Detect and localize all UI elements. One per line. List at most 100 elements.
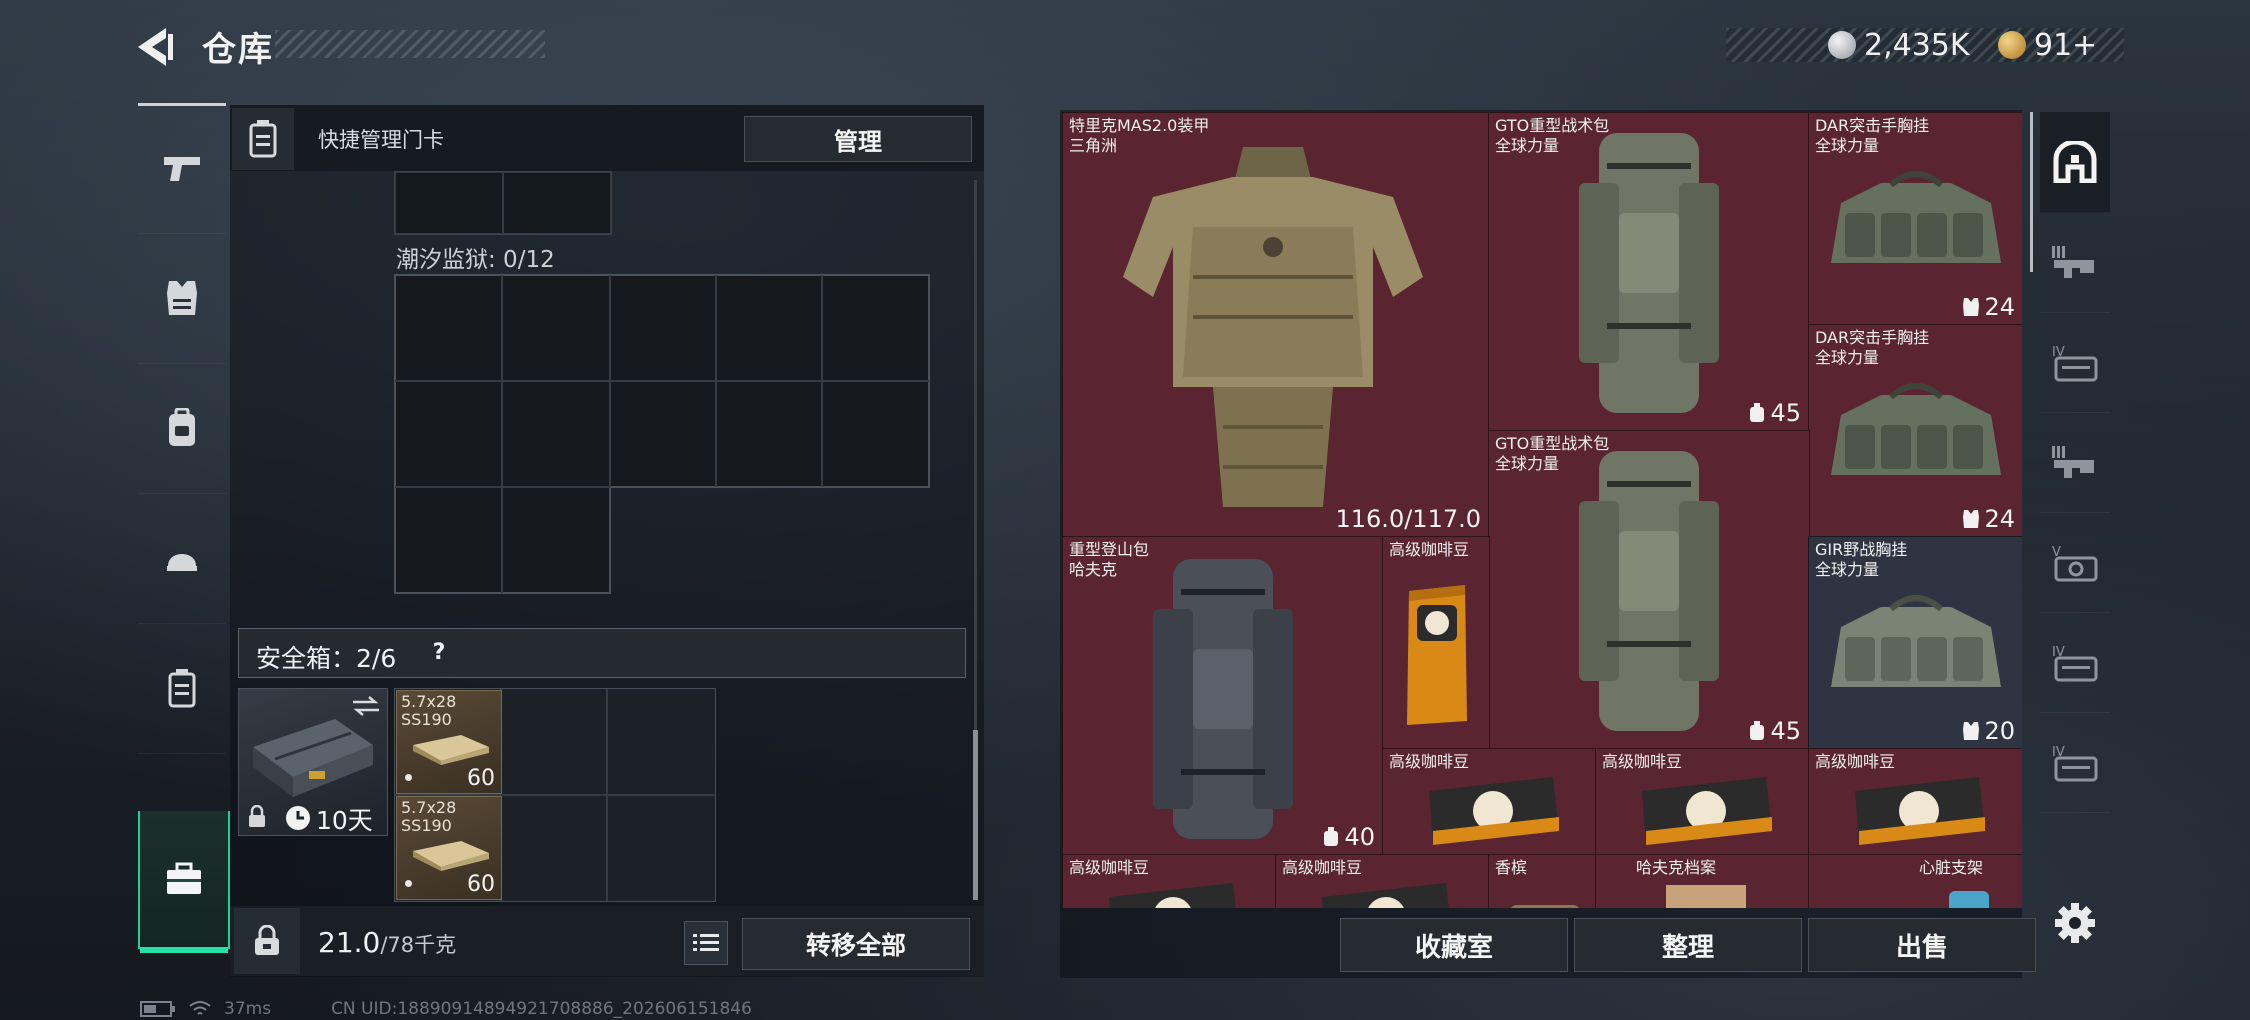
ammo-label: 5.7x28 SS190 <box>401 692 457 729</box>
item-name: GIR野战胸挂 全球力量 <box>1815 540 1908 579</box>
coffee-bag-image <box>1642 777 1772 845</box>
rifle-tier-icon <box>2052 246 2094 278</box>
stash-item-coffee[interactable]: 高级咖啡豆 <box>1382 536 1490 750</box>
filter-tier-weapons-2[interactable] <box>2040 412 2110 513</box>
left-scrollbar-thumb[interactable] <box>973 730 978 900</box>
stash-item-champagne[interactable]: 香槟 <box>1488 854 1597 908</box>
status-bar: 37ms CN UID:18890914894921708886_2026061… <box>140 998 752 1020</box>
lock-icon <box>255 925 279 955</box>
stash-item-rig[interactable]: GIR野战胸挂 全球力量 20 <box>1808 536 2022 750</box>
ammo-item[interactable]: 5.7x28 SS190 60 <box>396 690 502 794</box>
transfer-all-button[interactable]: 转移全部 <box>742 918 970 970</box>
keycard-icon-box <box>232 108 294 170</box>
tier-v-case-icon: V <box>2052 545 2098 582</box>
item-name: GTO重型战术包 全球力量 <box>1495 434 1610 473</box>
item-name: 心脏支架 <box>1919 858 1984 877</box>
item-name: 香槟 <box>1495 858 1528 877</box>
grid-slot[interactable] <box>503 172 611 234</box>
prison-keycard-label: 潮汐监狱: 0/12 <box>396 247 555 273</box>
item-name: 哈夫克档案 <box>1636 858 1717 877</box>
rail-item-helmet[interactable] <box>138 493 226 624</box>
item-capacity-value: 40 <box>1344 823 1375 851</box>
stash-item-bag[interactable]: GTO重型战术包 全球力量 45 <box>1488 112 1810 432</box>
stash-item-coffee[interactable]: 高级咖啡豆 <box>1808 748 2022 856</box>
silver-coin-icon <box>1828 31 1856 59</box>
category-rail <box>138 103 230 953</box>
sell-button[interactable]: 出售 <box>1808 918 2036 972</box>
filter-tier-weapons[interactable] <box>2040 212 2110 313</box>
filter-tier-iv-2[interactable]: IV <box>2040 612 2110 713</box>
safebox-days: 10天 <box>316 806 373 835</box>
item-name: 高级咖啡豆 <box>1069 858 1150 877</box>
ammo-item[interactable]: 5.7x28 SS190 60 <box>396 796 502 900</box>
item-name: DAR突击手胸挂 全球力量 <box>1815 116 1930 155</box>
collection-room-button[interactable]: 收藏室 <box>1340 918 1568 972</box>
swap-icon[interactable] <box>351 695 381 717</box>
item-name: 高级咖啡豆 <box>1389 752 1470 771</box>
currency-silver[interactable]: 2,435K <box>1828 26 1970 64</box>
list-view-button[interactable] <box>684 921 728 965</box>
rail-item-backpack[interactable] <box>138 363 226 494</box>
rail-item-armor[interactable] <box>138 233 226 364</box>
coffee-bag-image <box>1322 883 1449 908</box>
stash-item-rig[interactable]: DAR突击手胸挂 全球力量 24 <box>1808 324 2022 538</box>
back-button[interactable] <box>130 22 180 72</box>
stash-scrollbar[interactable] <box>2030 112 2033 272</box>
manage-button[interactable]: 管理 <box>744 116 972 162</box>
carry-weight: 21.0/78千克 <box>318 926 456 959</box>
stash-item-rig[interactable]: DAR突击手胸挂 全球力量 24 <box>1808 112 2022 326</box>
stash-item-stent[interactable]: 心脏支架 <box>1808 854 2022 908</box>
safe-box-icon <box>167 862 201 894</box>
list-icon <box>693 934 719 951</box>
gold-triangle-coin-icon <box>1998 31 2026 59</box>
filter-all[interactable] <box>2040 112 2110 213</box>
rail-item-keycard[interactable] <box>138 623 226 754</box>
filter-tier-iv[interactable]: IV <box>2040 312 2110 413</box>
filter-tier-iv-3[interactable]: IV <box>2040 712 2110 813</box>
item-capacity-value: 45 <box>1770 717 1801 745</box>
stash-item-mountain-pack[interactable]: 重型登山包 哈夫克 40 <box>1062 536 1384 856</box>
champagne-image <box>1510 905 1580 908</box>
all-items-icon <box>2053 141 2097 183</box>
ammo-count: 60 <box>467 766 495 791</box>
carry-weight-max: /78千克 <box>380 933 457 957</box>
gear-icon <box>2055 903 2095 943</box>
coffee-bag-image <box>1855 777 1985 845</box>
stash-item-coffee[interactable]: 高级咖啡豆 <box>1062 854 1277 908</box>
stash-item-bag[interactable]: GTO重型战术包 全球力量 45 <box>1488 430 1810 750</box>
player-uid: CN UID:18890914894921708886_202606151846 <box>331 999 752 1019</box>
item-name: 高级咖啡豆 <box>1282 858 1363 877</box>
stash-item-archive[interactable]: 哈夫克档案 <box>1595 854 1810 908</box>
rail-item-safebox[interactable] <box>138 811 230 953</box>
rifle-tier-icon <box>2052 446 2094 478</box>
coffee-bag-image <box>1429 777 1559 845</box>
grid-slot[interactable] <box>395 172 503 234</box>
filter-tier-v[interactable]: V <box>2040 512 2110 613</box>
gold-amount: 91+ <box>2034 27 2098 63</box>
help-button[interactable]: ? <box>424 637 454 667</box>
title-decoration <box>275 30 545 58</box>
currency-gold[interactable]: 91+ <box>1998 26 2097 64</box>
chest-rig-image <box>1831 595 2001 687</box>
sort-button[interactable]: 整理 <box>1574 918 1802 972</box>
stash-item-coffee[interactable]: 高级咖啡豆 <box>1275 854 1490 908</box>
stash-item-coffee[interactable]: 高级咖啡豆 <box>1382 748 1597 856</box>
item-name: 特里克MAS2.0装甲 三角洲 <box>1069 116 1210 155</box>
stash-item-coffee[interactable]: 高级咖啡豆 <box>1595 748 1810 856</box>
ammo-dot <box>405 774 412 781</box>
backpack-small-icon <box>1750 721 1765 740</box>
ammo-dot <box>405 880 412 887</box>
item-capacity: 24 <box>1962 293 2015 321</box>
item-capacity-value: 45 <box>1770 399 1801 427</box>
settings-button[interactable] <box>2050 898 2100 948</box>
safebox-label: 安全箱：2/6 <box>256 644 397 673</box>
vest-small-icon <box>1963 298 1980 316</box>
rail-item-weapons[interactable] <box>138 103 226 234</box>
item-capacity: 24 <box>1962 505 2015 533</box>
item-capacity: 40 <box>1322 823 1375 851</box>
prison-keycard-grid <box>394 274 930 594</box>
vest-small-icon <box>1963 722 1980 740</box>
tier-iv-case-icon: IV <box>2052 645 2098 682</box>
keycard-label: 快捷管理门卡 <box>318 128 444 152</box>
stash-item-armor[interactable]: 特里克MAS2.0装甲 三角洲 116.0/117.0 <box>1062 112 1490 538</box>
